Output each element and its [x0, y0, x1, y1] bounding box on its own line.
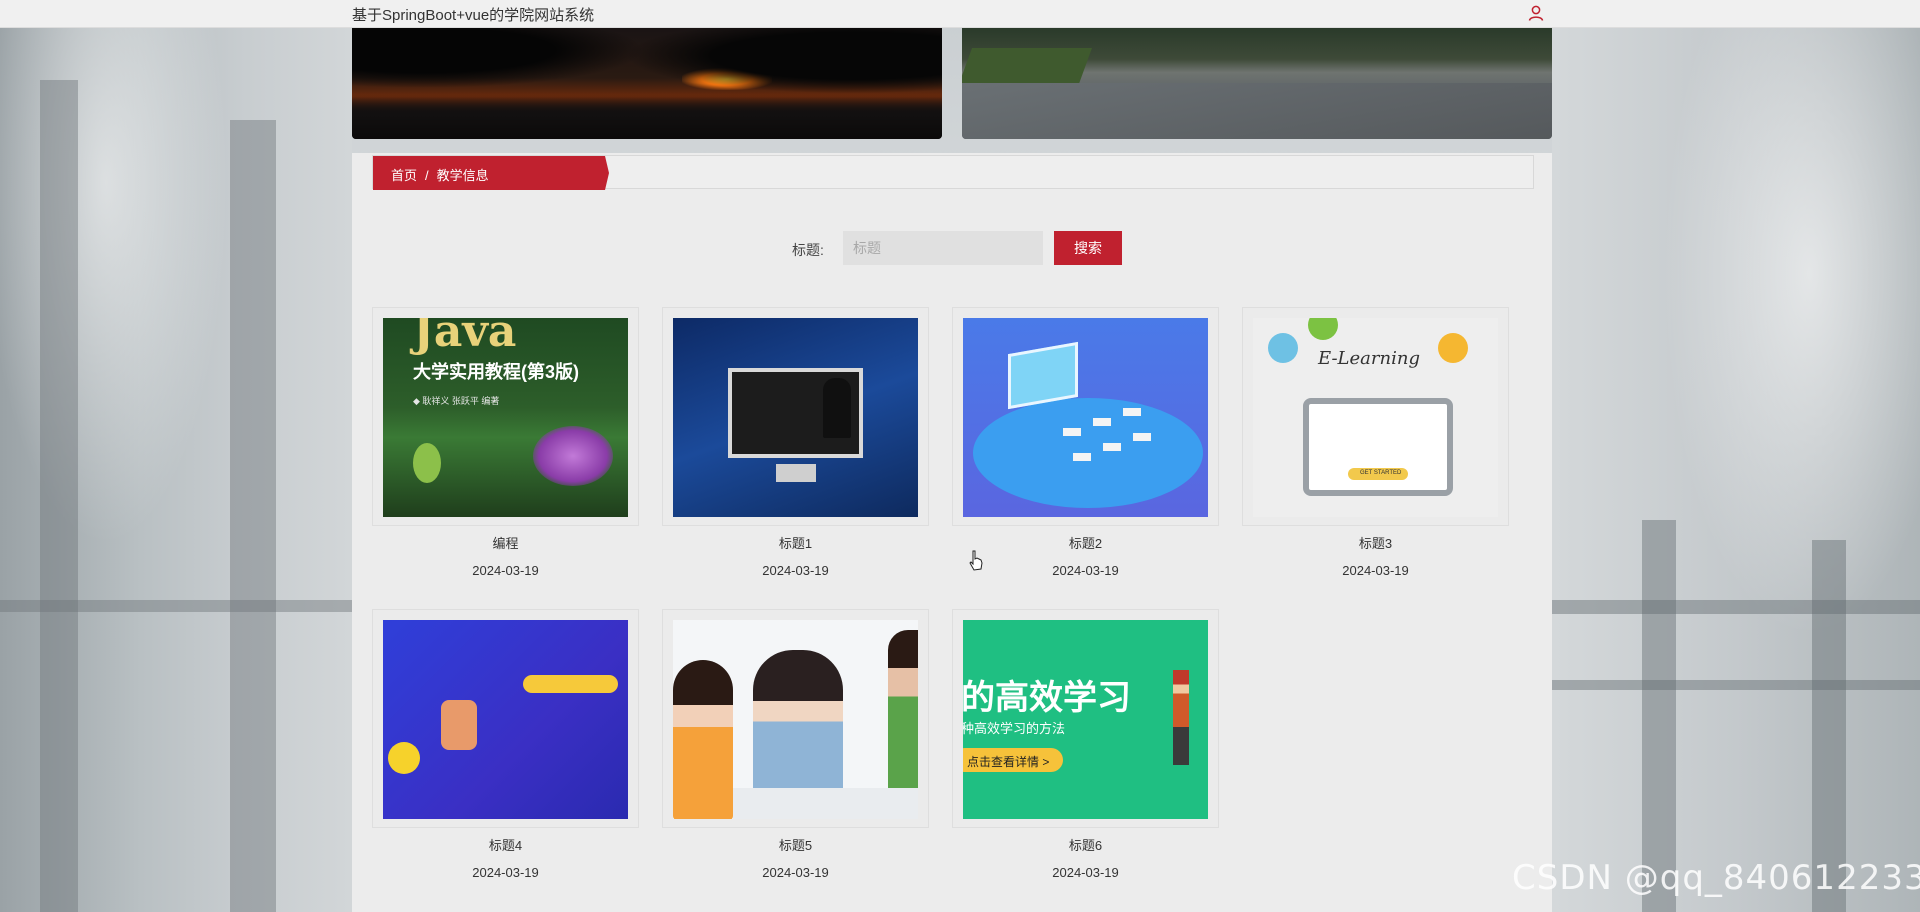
- study-banner-cta: 点击查看详情 >: [963, 748, 1063, 772]
- purple-flower: [533, 426, 613, 486]
- card-date: 2024-03-19: [472, 865, 539, 880]
- main-content-panel: 首页 / 教学信息 标题: 搜索 Java 大学实用教程(第3版) ◆ 耿祥义 张跃…: [352, 153, 1552, 912]
- card-date: 2024-03-19: [472, 563, 539, 578]
- teaching-card[interactable]: 的高效学习 种高效学习的方法 点击查看详情 > 标题6 2024-03-19: [952, 609, 1219, 899]
- breadcrumb-separator: /: [425, 168, 429, 183]
- background-left-scenery: [0, 0, 352, 912]
- breadcrumb-current: 教学信息: [436, 168, 489, 183]
- teaching-card[interactable]: E-Learning GET STARTED 标题3 2024-03-19: [1242, 307, 1509, 597]
- breadcrumb: 首页 / 教学信息: [373, 156, 609, 190]
- monitor-stand: [776, 464, 816, 482]
- card-image-frame: [952, 307, 1219, 526]
- hand-cursor-icon: [969, 550, 983, 571]
- card-image-classroom-illustration[interactable]: [963, 318, 1208, 517]
- desk: [1103, 443, 1121, 451]
- get-started-text: GET STARTED: [1360, 470, 1402, 476]
- csdn-watermark: CSDN @qq_840612233: [1512, 858, 1920, 898]
- tablet-illustration: [1303, 398, 1453, 496]
- card-title[interactable]: 编程: [372, 533, 639, 552]
- card-image-blue-illustration[interactable]: [383, 620, 628, 819]
- card-image-e-learning[interactable]: E-Learning GET STARTED: [1253, 318, 1498, 517]
- card-title[interactable]: 标题6: [952, 835, 1219, 854]
- yellow-ball: [388, 742, 420, 774]
- card-image-frame: E-Learning GET STARTED: [1242, 307, 1509, 526]
- e-learning-text: E-Learning: [1318, 348, 1420, 369]
- user-icon[interactable]: [1527, 4, 1545, 22]
- teaching-card[interactable]: Java 大学实用教程(第3版) ◆ 耿祥义 张跃平 编著 编程 2024-03…: [372, 307, 639, 597]
- card-image-students-photo[interactable]: [673, 620, 918, 819]
- teaching-card[interactable]: 标题2 2024-03-19: [952, 307, 1219, 597]
- search-row: 标题: 搜索: [352, 230, 1552, 266]
- desk: [1073, 453, 1091, 461]
- yellow-pill-shape: [523, 675, 618, 693]
- book-cover-title: Java: [413, 318, 517, 357]
- tree-silhouette: [352, 28, 942, 139]
- card-date: 2024-03-19: [762, 865, 829, 880]
- banner-image-campus-road[interactable]: [962, 28, 1552, 139]
- card-title[interactable]: 标题5: [662, 835, 929, 854]
- book-cover-subtitle: 大学实用教程(第3版): [413, 362, 579, 382]
- desk: [1093, 418, 1111, 426]
- flower-bud: [413, 443, 441, 483]
- study-banner-subtitle: 种高效学习的方法: [963, 721, 1066, 736]
- desk: [1063, 428, 1081, 436]
- card-title[interactable]: 标题2: [952, 533, 1219, 552]
- card-image-frame: [662, 609, 929, 828]
- study-banner-title: 的高效学习: [963, 679, 1131, 717]
- card-title[interactable]: 标题3: [1242, 533, 1509, 552]
- breadcrumb-home-link[interactable]: 首页: [391, 168, 417, 183]
- card-date: 2024-03-19: [1342, 563, 1409, 578]
- road: [962, 83, 1552, 139]
- check-icon: [1308, 318, 1338, 340]
- card-image-java-book[interactable]: Java 大学实用教程(第3版) ◆ 耿祥义 张跃平 编著: [383, 318, 628, 517]
- book-cover-authors: ◆ 耿祥义 张跃平 编著: [413, 396, 500, 406]
- card-image-teacher-monitor[interactable]: [673, 318, 918, 517]
- desk: [1123, 408, 1141, 416]
- card-image-frame: 的高效学习 种高效学习的方法 点击查看详情 >: [952, 609, 1219, 828]
- student-figure: [673, 660, 733, 819]
- search-icon: [1268, 333, 1298, 363]
- teaching-card[interactable]: 标题1 2024-03-19: [662, 307, 929, 597]
- background-right-scenery: [1552, 0, 1920, 912]
- site-title[interactable]: 基于SpringBoot+vue的学院网站系统: [352, 4, 594, 25]
- search-title-input[interactable]: [843, 231, 1043, 265]
- card-title[interactable]: 标题4: [372, 835, 639, 854]
- top-navigation-bar: 基于SpringBoot+vue的学院网站系统: [0, 0, 1920, 28]
- card-date: 2024-03-19: [762, 563, 829, 578]
- teaching-card[interactable]: 标题5 2024-03-19: [662, 609, 929, 899]
- teaching-card[interactable]: 标题4 2024-03-19: [372, 609, 639, 899]
- card-date: 2024-03-19: [1052, 865, 1119, 880]
- card-image-frame: [372, 609, 639, 828]
- card-date: 2024-03-19: [1052, 563, 1119, 578]
- study-table: [733, 788, 918, 819]
- card-image-efficient-study[interactable]: 的高效学习 种高效学习的方法 点击查看详情 >: [963, 620, 1208, 819]
- banner-image-sunset[interactable]: [352, 28, 942, 139]
- search-button[interactable]: 搜索: [1054, 231, 1122, 265]
- desk: [1133, 433, 1151, 441]
- card-title[interactable]: 标题1: [662, 533, 929, 552]
- card-image-frame: Java 大学实用教程(第3版) ◆ 耿祥义 张跃平 编著: [372, 307, 639, 526]
- search-label: 标题:: [792, 242, 824, 258]
- get-started-label: GET STARTED: [1348, 468, 1408, 480]
- card-image-frame: [662, 307, 929, 526]
- teacher-figure: [823, 378, 851, 438]
- breadcrumb-bar: 首页 / 教学信息: [372, 155, 1534, 190]
- cartoon-figure: [1173, 670, 1189, 765]
- person-chair: [441, 700, 477, 750]
- flask-icon: [1438, 333, 1468, 363]
